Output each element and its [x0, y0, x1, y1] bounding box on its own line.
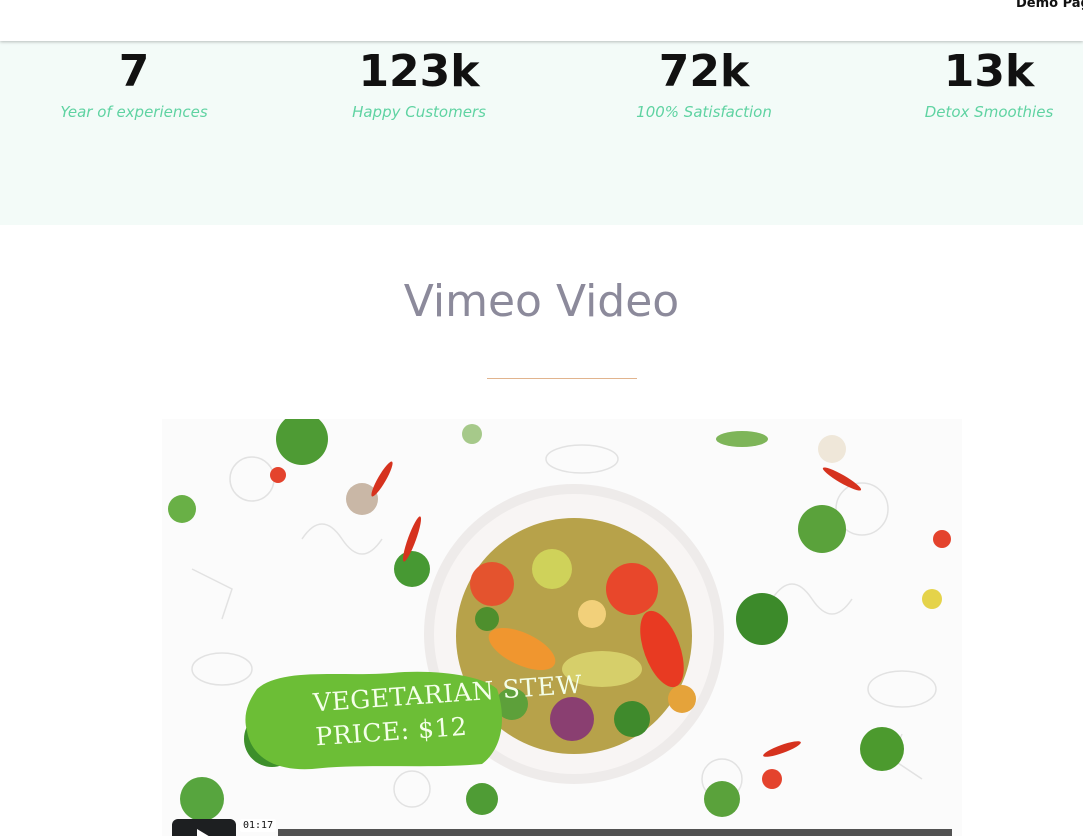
stat-experience: 7 Year of experiences [4, 41, 264, 122]
vimeo-video-player[interactable]: VEGETARIAN STEW PRICE: $12 01:17 [162, 419, 962, 836]
stat-label: Happy Customers [352, 103, 486, 121]
stat-label: Detox Smoothies [924, 103, 1054, 121]
section-title: Vimeo Video [403, 276, 680, 327]
stat-satisfaction: 72k 100% Satisfaction [574, 41, 834, 122]
title-divider [487, 378, 637, 379]
stat-value: 13k [943, 46, 1035, 97]
stat-value: 123k [358, 46, 480, 97]
stat-label: 100% Satisfaction [636, 103, 772, 121]
stat-value: 72k [658, 46, 750, 97]
stats-section: 7 Year of experiences 123k Happy Custome… [0, 41, 1083, 225]
stat-label: Year of experiences [60, 103, 208, 121]
stat-smoothies: 13k Detox Smoothies [859, 41, 1083, 122]
stat-value: 7 [118, 46, 150, 97]
play-icon [197, 829, 212, 836]
play-button[interactable] [172, 819, 236, 836]
nav-demo-pages-link[interactable]: Demo Pag [1016, 0, 1083, 11]
stat-customers: 123k Happy Customers [289, 41, 549, 122]
top-navigation-bar: Demo Pag [0, 0, 1083, 41]
video-duration: 01:17 [240, 819, 277, 832]
video-thumbnail [168, 419, 951, 821]
video-progress-bar[interactable] [278, 829, 952, 836]
